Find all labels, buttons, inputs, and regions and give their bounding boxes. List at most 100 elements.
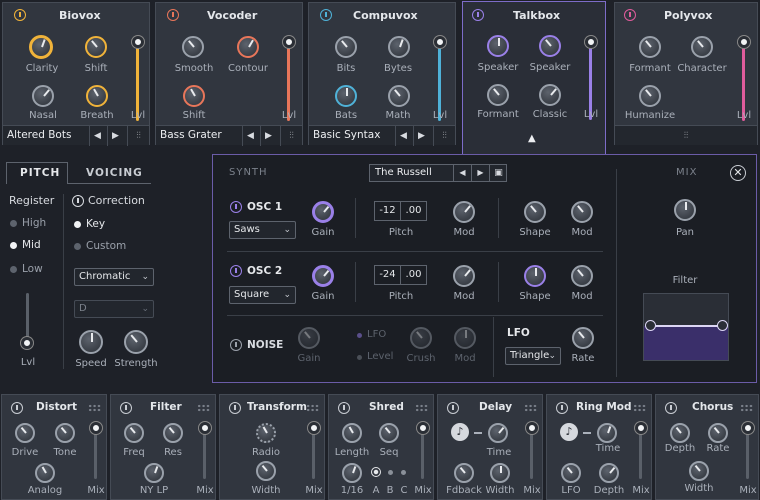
arrow-right-icon[interactable]: ▶ (413, 126, 429, 146)
biovox-lvl-handle[interactable] (132, 36, 144, 48)
mixer-icon[interactable]: ⫶⫶ (675, 126, 697, 146)
osc2-mod2-knob[interactable] (571, 265, 593, 287)
mixer-icon[interactable]: ⫶⫶ (280, 126, 302, 146)
correction-key-label[interactable]: Key (86, 218, 105, 230)
delay-mix-handle[interactable] (526, 422, 538, 434)
scale-dropdown[interactable]: Chromatic ⌄ (74, 268, 154, 286)
bytes-knob[interactable] (388, 36, 410, 58)
filter-power-icon[interactable] (120, 402, 132, 414)
osc2-mod-knob[interactable] (453, 265, 475, 287)
distort-mix-handle[interactable] (90, 422, 102, 434)
polyvox-power-icon[interactable] (624, 9, 636, 21)
classic-knob[interactable] (539, 84, 561, 106)
smooth-knob[interactable] (182, 36, 204, 58)
osc1-wave-dropdown[interactable]: Saws ⌄ (229, 221, 296, 239)
noise-level-radio[interactable] (357, 355, 362, 360)
compuvox-lvl-handle[interactable] (434, 36, 446, 48)
arrow-right-icon[interactable]: ▶ (471, 165, 489, 181)
noise-level-label[interactable]: Level (367, 351, 393, 362)
note-icon[interactable]: ♪ (451, 423, 469, 441)
mixer-icon[interactable]: ⫶⫶ (127, 126, 149, 146)
lfo-rate-knob[interactable] (572, 327, 594, 349)
chorus-mix-handle[interactable] (742, 422, 754, 434)
ringmod-depth-knob[interactable] (599, 463, 619, 483)
biovox-preset-name[interactable]: Altered Bots (7, 129, 71, 141)
pan-knob[interactable] (674, 199, 696, 221)
osc2-power-icon[interactable] (230, 265, 242, 277)
ringmod-mix-handle[interactable] (635, 422, 647, 434)
delay-width-knob[interactable] (490, 463, 510, 483)
transform-mix-handle[interactable] (308, 422, 320, 434)
synth-preset-name[interactable]: The Russell (375, 167, 432, 178)
strength-knob[interactable] (124, 330, 148, 354)
osc2-pitch-cents[interactable]: .00 (400, 265, 427, 285)
delay-mix-track[interactable] (530, 429, 533, 479)
noise-power-icon[interactable] (230, 339, 242, 351)
fdback-knob[interactable] (454, 463, 474, 483)
drag-dots-icon[interactable] (633, 404, 646, 412)
mixer-icon[interactable]: ⫶⫶ (433, 126, 455, 146)
bits-knob[interactable] (335, 36, 357, 58)
distort-mix-track[interactable] (94, 429, 97, 479)
filter-mix-handle[interactable] (199, 422, 211, 434)
osc2-pitch-semitone[interactable]: -24 (374, 265, 401, 285)
distort-power-icon[interactable] (11, 402, 23, 414)
division-knob[interactable] (342, 463, 362, 483)
save-icon[interactable]: ▣ (489, 165, 507, 181)
osc1-mod-knob[interactable] (453, 201, 475, 223)
osc1-mod2-knob[interactable] (571, 201, 593, 223)
transform-power-icon[interactable] (229, 402, 241, 414)
noise-gain-knob[interactable] (298, 327, 320, 349)
noise-crush-knob[interactable] (410, 327, 432, 349)
register-mid-label[interactable]: Mid (22, 239, 41, 251)
clarity-knob[interactable] (29, 35, 53, 59)
talkbox-lvl-handle[interactable] (585, 36, 597, 48)
drag-dots-icon[interactable] (415, 404, 428, 412)
character-knob[interactable] (691, 36, 713, 58)
lfo-wave-dropdown[interactable]: Triangle ⌄ (505, 347, 561, 365)
correction-power-icon[interactable] (72, 195, 84, 207)
talkbox-power-icon[interactable] (472, 9, 484, 21)
analog-knob[interactable] (35, 463, 55, 483)
drag-dots-icon[interactable] (740, 404, 753, 412)
vocoder-power-icon[interactable] (167, 9, 179, 21)
register-mid-radio[interactable] (10, 242, 17, 249)
formant-knob[interactable] (639, 36, 661, 58)
drag-dots-icon[interactable] (88, 404, 101, 412)
seq-knob[interactable] (379, 423, 399, 443)
chorus-depth-knob[interactable] (670, 423, 690, 443)
ringmod-mix-track[interactable] (639, 429, 642, 479)
osc1-pitch-semitone[interactable]: -12 (374, 201, 401, 221)
drag-dots-icon[interactable] (306, 404, 319, 412)
key-dropdown[interactable]: D ⌄ (74, 300, 154, 318)
chorus-power-icon[interactable] (665, 402, 677, 414)
register-high-label[interactable]: High (22, 217, 46, 229)
osc2-shape-knob[interactable] (524, 265, 546, 287)
width-knob[interactable] (256, 461, 276, 481)
osc2-wave-dropdown[interactable]: Square ⌄ (229, 286, 296, 304)
radio-knob[interactable] (256, 423, 276, 443)
freq-knob[interactable] (124, 423, 144, 443)
vocoder-lvl-handle[interactable] (283, 36, 295, 48)
shred-mix-handle[interactable] (417, 422, 429, 434)
chorus-width-knob[interactable] (689, 461, 709, 481)
filter-mix-track[interactable] (203, 429, 206, 479)
humanize-knob[interactable] (639, 85, 661, 107)
formant-knob[interactable] (487, 84, 509, 106)
math-knob[interactable] (388, 85, 410, 107)
ny-lp-knob[interactable] (144, 463, 164, 483)
register-low-radio[interactable] (10, 266, 17, 273)
side-lvl-handle[interactable] (21, 337, 33, 349)
noise-lfo-radio[interactable] (357, 333, 362, 338)
arrow-left-icon[interactable]: ◀ (89, 126, 105, 146)
speed-knob[interactable] (79, 330, 103, 354)
speaker-knob[interactable] (487, 35, 509, 57)
compuvox-power-icon[interactable] (320, 9, 332, 21)
breath-knob[interactable] (86, 85, 108, 107)
arrow-right-icon[interactable]: ▶ (107, 126, 123, 146)
osc1-gain-knob[interactable] (312, 201, 334, 223)
noise-lfo-label[interactable]: LFO (367, 329, 386, 340)
ringmod-lfo-knob[interactable] (561, 463, 581, 483)
correction-custom-radio[interactable] (74, 243, 81, 250)
register-high-radio[interactable] (10, 220, 17, 227)
